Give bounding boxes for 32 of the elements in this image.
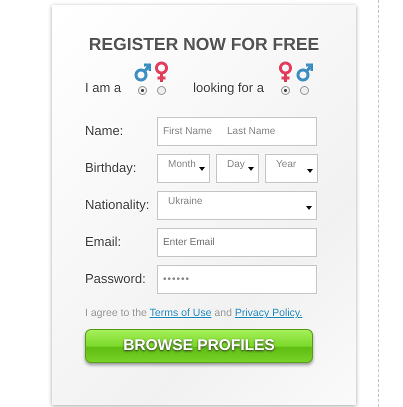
caret-icon: [199, 167, 205, 172]
radio-button[interactable]: [157, 86, 166, 96]
field-label: Nationality:: [85, 196, 150, 214]
radio-button[interactable]: [280, 86, 290, 96]
male-symbol-icon: [296, 61, 313, 84]
caret-icon: [307, 169, 313, 174]
email-field[interactable]: Enter Email: [157, 228, 317, 258]
agreement-text: I agree to the Terms of Use and Privacy Policy.: [85, 306, 304, 322]
dropdown[interactable]: Year: [265, 154, 318, 184]
privacy-link[interactable]: Privacy Policy.: [234, 307, 302, 320]
first-name-input[interactable]: First Name: [163, 124, 223, 140]
radio-button[interactable]: [300, 86, 309, 96]
field-label: Name:: [85, 122, 124, 140]
last-name-input[interactable]: Last Name: [227, 124, 297, 140]
male-symbol-icon: [134, 61, 152, 84]
caret-icon: [248, 167, 254, 172]
dropdown[interactable]: Day: [216, 154, 259, 184]
female-symbol-icon: [153, 61, 170, 84]
field-label: Password:: [85, 270, 147, 288]
gender-label: looking for a: [193, 78, 264, 97]
field-label: Birthday:: [85, 159, 138, 178]
name-field[interactable]: First Name Last Name: [157, 117, 317, 146]
password-field[interactable]: ••••••: [157, 265, 317, 294]
terms-link[interactable]: Terms of Use: [150, 307, 212, 320]
dropdown[interactable]: Month: [157, 154, 210, 184]
female-symbol-icon: [276, 61, 294, 84]
caret-icon: [306, 206, 312, 210]
form-title: REGISTER NOW FOR FREE: [88, 33, 320, 56]
gender-label: I am a: [85, 78, 122, 97]
field-label: Email:: [85, 233, 122, 252]
dropdown[interactable]: Ukraine: [157, 191, 317, 220]
radio-button[interactable]: [138, 86, 148, 96]
